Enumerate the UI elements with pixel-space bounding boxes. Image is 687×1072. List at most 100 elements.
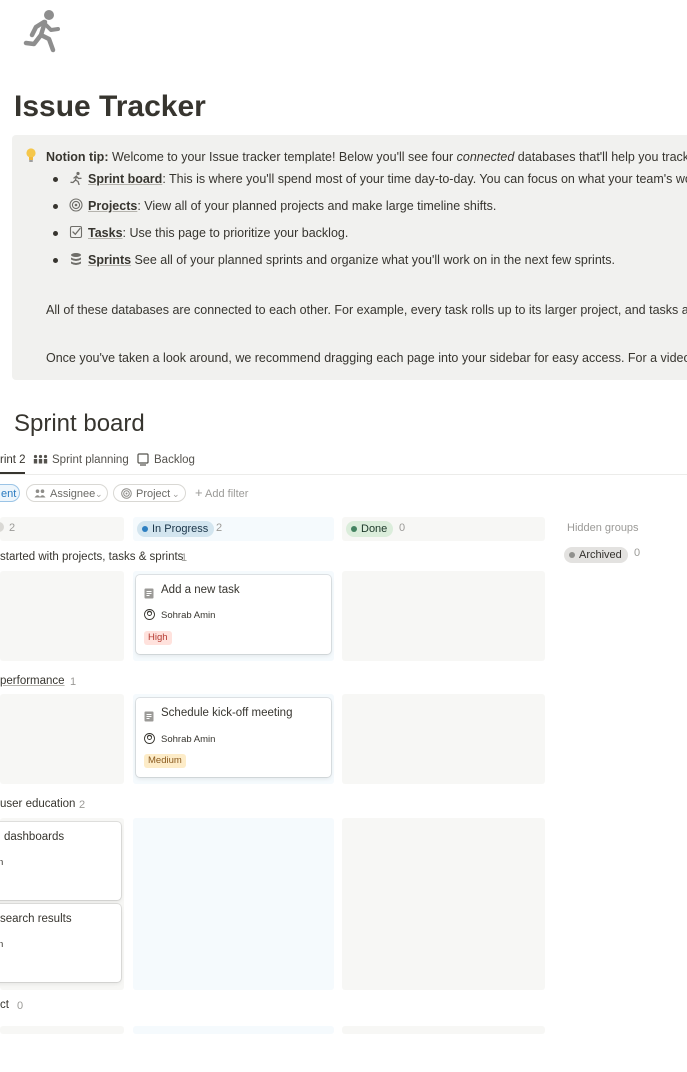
task-card[interactable]: search results n (0, 904, 121, 982)
callout-item-sprints: Sprints See all of your planned sprints … (88, 252, 615, 268)
card-title: Schedule kick-off meeting (161, 707, 293, 719)
group-row-label[interactable]: started with projects, tasks & sprints (0, 551, 183, 563)
column-header-bg (0, 517, 124, 541)
board-lane (342, 571, 545, 661)
card-title: Add a new task (161, 584, 240, 596)
add-filter-label: Add filter (205, 488, 249, 500)
status-dot (569, 552, 575, 558)
people-icon (33, 454, 48, 464)
plus-icon: + (195, 485, 203, 500)
chip-label: Project (136, 488, 171, 500)
callout-paragraph: All of these databases are connected to … (46, 303, 687, 317)
item-text: : This is where you'll spend most of you… (162, 172, 687, 186)
hidden-groups-label: Hidden groups (567, 522, 639, 534)
people-icon (34, 489, 46, 498)
column-count: 2 (9, 522, 16, 534)
done-pill[interactable]: Done (346, 521, 394, 537)
status-dot (351, 526, 357, 532)
task-doc-icon (144, 711, 154, 722)
group-row-label[interactable]: performance (0, 675, 65, 687)
card-assignee: n (0, 857, 4, 868)
callout-item-tasks: Tasks: Use this page to prioritize your … (88, 225, 348, 241)
task-card[interactable]: Schedule kick-off meeting Sohrab Amin Me… (136, 698, 331, 777)
board-lane (342, 818, 545, 990)
board-lane (0, 571, 124, 661)
priority-tag: High (144, 631, 172, 645)
group-row-count: 1 (181, 552, 188, 564)
task-card[interactable]: dashboards n (0, 822, 121, 900)
group-row-count: 1 (70, 676, 77, 688)
checkbox-icon (69, 225, 83, 239)
group-row-label[interactable]: user education (0, 798, 75, 810)
projects-link[interactable]: Projects (88, 199, 137, 213)
add-filter-button[interactable]: + Add filter (195, 485, 248, 500)
running-person-icon (70, 171, 82, 185)
task-card[interactable]: Add a new task Sohrab Amin High (136, 575, 331, 654)
tasks-link[interactable]: Tasks (88, 226, 123, 240)
bullet-dot (53, 258, 58, 263)
callout-item-sprint-board: Sprint board: This is where you'll spend… (88, 171, 687, 187)
board-lane (342, 694, 545, 784)
callout-paragraph: Once you've taken a look around, we reco… (46, 351, 687, 365)
board-lane (133, 818, 334, 990)
notion-tip-callout: Notion tip: Welcome to your Issue tracke… (12, 135, 687, 380)
board-lane (342, 1026, 545, 1034)
tip-italic: connected (456, 150, 515, 164)
avatar (144, 609, 155, 620)
chip-label: ent (1, 488, 17, 500)
card-title: search results (0, 913, 72, 925)
archived-pill[interactable]: Archived (564, 547, 628, 563)
tip-text-part: databases that'll help you track your (517, 150, 687, 164)
target-icon (121, 488, 132, 499)
tip-text: Notion tip: Welcome to your Issue tracke… (46, 149, 687, 165)
card-title: dashboards (4, 831, 65, 843)
item-text: : View all of your planned projects and … (137, 199, 497, 213)
pill-label: Archived (579, 549, 622, 561)
pill-label: Done (361, 523, 388, 535)
hidden-group-count: 0 (634, 547, 641, 559)
bullet-dot (53, 204, 58, 209)
board-lane (0, 694, 124, 784)
bullet-dot (53, 177, 58, 182)
tip-label: Notion tip: (46, 150, 109, 164)
project-filter-chip[interactable]: Project ⌄ (113, 484, 186, 502)
chevron-down-icon: ⌄ (172, 489, 180, 499)
target-icon (69, 198, 83, 212)
current-filter-chip[interactable]: ent (0, 484, 20, 502)
sprints-link[interactable]: Sprints (88, 253, 131, 267)
database-icon (71, 253, 81, 265)
group-row-count: 2 (79, 799, 86, 811)
document-icon (137, 453, 149, 466)
card-assignee: Sohrab Amin (161, 734, 216, 745)
lightbulb-icon (26, 148, 36, 162)
priority-tag: Medium (144, 754, 186, 768)
card-assignee: n (0, 939, 4, 950)
board-lane (133, 1026, 334, 1034)
tab-current-sprint[interactable]: rint 2 (0, 452, 26, 468)
pill-label: In Progress (152, 523, 209, 535)
board-lane (0, 1026, 124, 1034)
tab-label: Sprint planning (52, 454, 129, 466)
running-person-icon (23, 10, 60, 53)
callout-item-projects: Projects: View all of your planned proje… (88, 198, 496, 214)
group-row-label[interactable]: ct (0, 999, 9, 1011)
sprint-board-link[interactable]: Sprint board (88, 172, 162, 186)
in-progress-pill[interactable]: In Progress (137, 521, 215, 537)
card-assignee: Sohrab Amin (161, 610, 216, 621)
assignee-filter-chip[interactable]: Assignee ⌄ (26, 484, 108, 502)
tip-text-part: Welcome to your Issue tracker template! … (108, 150, 457, 164)
page-title: Issue Tracker (14, 90, 206, 123)
tabs-divider (0, 474, 687, 475)
chevron-down-icon: ⌄ (95, 489, 103, 499)
item-text: : Use this page to prioritize your backl… (122, 226, 349, 240)
column-count: 2 (216, 522, 223, 534)
bullet-dot (53, 231, 58, 236)
column-count: 0 (399, 522, 406, 534)
item-text: See all of your planned sprints and orga… (131, 253, 615, 267)
sprint-board-title: Sprint board (14, 410, 145, 437)
group-row-count: 0 (17, 1000, 24, 1012)
status-dot (142, 526, 148, 532)
tab-label: Backlog (154, 454, 195, 466)
chip-label: Assignee (50, 488, 96, 500)
avatar (144, 733, 155, 744)
